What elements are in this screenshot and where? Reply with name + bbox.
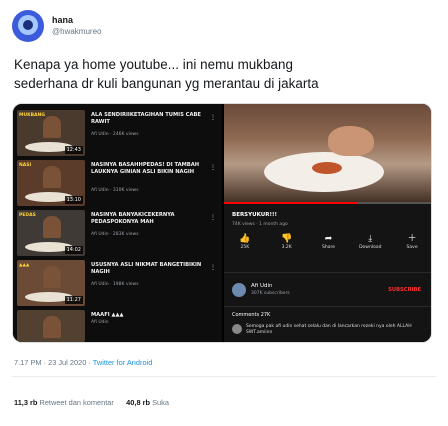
video-title[interactable]: ALA SENDIRIIKETAGIHAN TUMIS CABE RAWIT (91, 112, 209, 125)
list-item[interactable]: MAAFI ▲▲▲ Afi Udin (17, 310, 222, 342)
video-views: 74K views · 1 month ago (232, 222, 288, 227)
tweet-header: hana @hwakmureo (12, 8, 101, 44)
channel-name[interactable]: Afi Udin (251, 283, 273, 289)
comment-text: Semoga pak afi udin sehat selalu dan di … (246, 324, 412, 335)
more-options-icon[interactable]: ⋮ (210, 264, 216, 271)
comments-header[interactable]: Comments 27K (232, 312, 270, 318)
divider (224, 272, 431, 273)
download-icon: ⤓ (368, 234, 373, 244)
video-title[interactable]: NASINYA BASAHHPEDAS! DI TAMBAH LAUKNYA G… (91, 162, 209, 175)
duration-badge: 13:10 (64, 196, 83, 204)
display-name[interactable]: hana (52, 15, 101, 26)
tweet-source-link[interactable]: Twitter for Android (93, 358, 153, 367)
tweet-text: Kenapa ya home youtube... ini nemu mukba… (14, 55, 434, 93)
tweet-stats: 11,3 rb Retweet dan komentar 40,8 rb Suk… (14, 398, 169, 407)
tweet-datetime[interactable]: 7.17 PM · 23 Jul 2020 · (14, 358, 93, 367)
like-button[interactable]: 👍 25K (230, 234, 260, 262)
save-icon: ＋ (407, 234, 417, 244)
person-figure (43, 266, 61, 288)
thumbnail-tag: ▲▲▲ (19, 263, 30, 268)
duration-badge: 11:27 (64, 296, 83, 304)
video-thumbnail[interactable]: NASI 13:10 (17, 160, 85, 206)
download-label: Download (359, 245, 382, 250)
video-title[interactable]: NASINYA BANYAKICEKERNYA PEDASPOKONYA MAH (91, 212, 209, 225)
list-item[interactable]: ▲▲▲ 11:27 USUSNYA ASLI NIKMAT BANGETIBIK… (17, 260, 222, 310)
person-figure (43, 316, 61, 338)
list-item[interactable]: NASI 13:10 NASINYA BASAHHPEDAS! DI TAMBA… (17, 160, 222, 210)
author-names: hana @hwakmureo (52, 15, 101, 37)
avatar[interactable] (12, 10, 44, 42)
like-count[interactable]: 40,8 rb (126, 398, 150, 407)
video-meta: Afi Udin (91, 320, 109, 325)
thumbs-up-icon: 👍 (239, 234, 251, 244)
like-count: 25K (240, 245, 250, 250)
like-label[interactable]: Suka (152, 398, 169, 407)
video-thumbnail[interactable]: PEDAS 14:02 (17, 210, 85, 256)
duration-badge: 14:02 (64, 246, 83, 254)
media-image-youtube-home[interactable]: MUKBANG 12:43 ALA SENDIRIIKETAGIHAN TUMI… (13, 104, 222, 342)
share-icon: ➦ (324, 234, 333, 244)
video-title[interactable]: MAAFI ▲▲▲ (91, 312, 209, 319)
tweet-text-line-1: Kenapa ya home youtube... ini nemu mukba… (14, 57, 294, 72)
retweet-label[interactable]: Retweet dan komentar (39, 398, 113, 407)
tweet-media[interactable]: MUKBANG 12:43 ALA SENDIRIIKETAGIHAN TUMI… (12, 103, 432, 343)
video-progress-fill (224, 202, 358, 204)
video-meta: Afi Udin · 310K views (91, 188, 139, 193)
media-image-youtube-watch[interactable]: BERSYUKUR!!! 74K views · 1 month ago 👍 2… (224, 104, 431, 342)
person-figure (43, 216, 61, 238)
video-thumbnail[interactable] (17, 310, 85, 342)
video-thumbnail[interactable]: ▲▲▲ 11:27 (17, 260, 85, 306)
video-meta: Afi Udin · 283K views (91, 232, 139, 237)
sambal-figure (312, 162, 342, 174)
save-button[interactable]: ＋ Save (397, 234, 427, 262)
channel-subscribers: 307K subscribers (251, 291, 290, 296)
hand-figure (328, 126, 374, 156)
thumbnail-tag: NASI (19, 163, 32, 168)
save-label: Save (406, 245, 418, 250)
channel-avatar[interactable] (232, 283, 246, 297)
divider (224, 306, 431, 307)
video-thumbnail[interactable]: MUKBANG 12:43 (17, 110, 85, 156)
more-options-icon[interactable]: ⋮ (210, 164, 216, 171)
more-options-icon[interactable]: ⋮ (210, 214, 216, 221)
dislike-count: 3.2K (281, 245, 292, 250)
video-title: BERSYUKUR!!! (232, 212, 277, 218)
thumbnail-tag: MUKBANG (19, 113, 45, 118)
duration-badge: 12:43 (64, 146, 83, 154)
commenter-avatar (232, 324, 242, 334)
video-player[interactable] (224, 104, 431, 204)
subscribe-button[interactable]: SUBSCRIBE (388, 287, 421, 293)
handle[interactable]: @hwakmureo (52, 26, 101, 37)
video-actions: 👍 25K 👎 3.2K ➦ Share ⤓ Download ＋ Save (224, 234, 431, 262)
share-button[interactable]: ➦ Share (313, 234, 343, 262)
video-meta: Afi Udin · 198K views (91, 282, 139, 287)
person-figure (43, 166, 61, 188)
share-label: Share (321, 245, 335, 250)
list-item[interactable]: PEDAS 14:02 NASINYA BANYAKICEKERNYA PEDA… (17, 210, 222, 260)
dislike-button[interactable]: 👎 3.2K (272, 234, 302, 262)
download-button[interactable]: ⤓ Download (355, 234, 385, 262)
thumbs-down-icon: 👎 (281, 234, 293, 244)
retweet-count[interactable]: 11,3 rb (14, 398, 37, 407)
more-options-icon[interactable]: ⋮ (210, 114, 216, 121)
divider (12, 376, 436, 377)
person-figure (43, 116, 61, 138)
tweet-text-line-2: sederhana dr kuli bangunan yg merantau d… (14, 76, 319, 91)
video-progress-bar[interactable] (224, 202, 431, 204)
tweet-timestamp: 7.17 PM · 23 Jul 2020 · Twitter for Andr… (14, 358, 152, 367)
thumbnail-tag: PEDAS (19, 213, 36, 218)
list-item[interactable]: MUKBANG 12:43 ALA SENDIRIIKETAGIHAN TUMI… (17, 110, 222, 160)
channel-row[interactable]: Afi Udin 307K subscribers SUBSCRIBE (224, 278, 431, 304)
video-meta: Afi Udin · 246K views (91, 132, 139, 137)
video-title[interactable]: USUSNYA ASLI NIKMAT BANGETIBIKIN NAGIH (91, 262, 209, 275)
